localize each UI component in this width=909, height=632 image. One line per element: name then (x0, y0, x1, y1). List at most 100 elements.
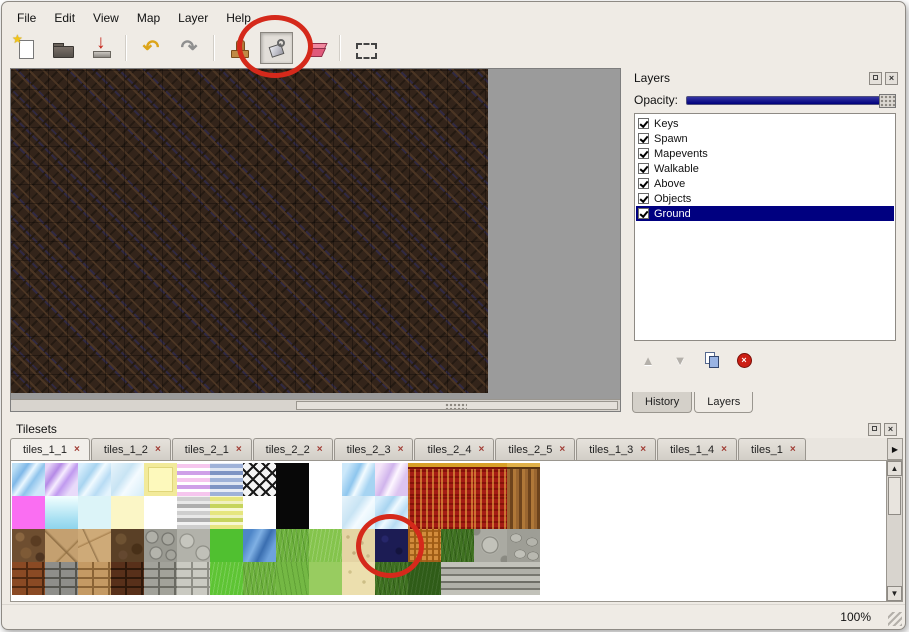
resize-grip[interactable] (888, 612, 902, 626)
move-layer-up-button[interactable]: ▲ (638, 350, 658, 370)
tile-water-blue[interactable] (12, 463, 45, 496)
tile-rock-brown[interactable] (12, 529, 45, 562)
layer-visibility-checkbox[interactable] (638, 133, 649, 144)
tile-white[interactable] (243, 496, 276, 529)
close-tab-icon[interactable]: × (790, 445, 796, 455)
stamp-tool-button[interactable] (222, 32, 255, 64)
tile-water-pale[interactable] (111, 463, 144, 496)
close-tab-icon[interactable]: × (640, 445, 646, 455)
close-panel-icon[interactable]: × (885, 72, 898, 85)
close-tab-icon[interactable]: × (721, 445, 727, 455)
layer-row[interactable]: Spawn (636, 131, 894, 146)
layer-row[interactable]: Keys (636, 116, 894, 131)
panel-tab[interactable]: History (632, 392, 692, 413)
tile-water-purple[interactable] (45, 463, 78, 496)
tile-grass-dark[interactable] (375, 562, 408, 595)
panel-tab[interactable]: Layers (694, 392, 753, 413)
close-tab-icon[interactable]: × (155, 445, 161, 455)
tile-black[interactable] (276, 463, 309, 496)
tileset-tab[interactable]: tiles_2_4 × (414, 438, 494, 460)
rect-select-tool-button[interactable] (348, 32, 381, 64)
tileset-tab[interactable]: tiles_2_2 × (253, 438, 333, 460)
save-button[interactable] (84, 32, 117, 64)
tile-water-pink[interactable] (375, 463, 408, 496)
tile-rock-dark[interactable] (111, 529, 144, 562)
tile-navy[interactable] (375, 529, 408, 562)
layer-visibility-checkbox[interactable] (638, 148, 649, 159)
tileset-tab[interactable]: tiles_1_1 × (10, 438, 90, 460)
close-panel-icon[interactable]: × (884, 423, 897, 436)
menu-item[interactable]: Edit (45, 8, 84, 28)
layer-row[interactable]: Objects (636, 191, 894, 206)
tile-white[interactable] (309, 463, 342, 496)
menu-item[interactable]: Map (128, 8, 169, 28)
tile-yellow-border[interactable] (144, 463, 177, 496)
tile-pale-cyan[interactable] (78, 496, 111, 529)
tile-brick-dark[interactable] (111, 562, 144, 595)
menu-item[interactable]: File (8, 8, 45, 28)
layer-visibility-checkbox[interactable] (638, 193, 649, 204)
move-layer-down-button[interactable]: ▼ (670, 350, 690, 370)
tile-sand-pale[interactable] (342, 562, 375, 595)
tile-grass-dark[interactable] (441, 529, 474, 562)
float-panel-icon[interactable] (868, 423, 881, 436)
tile-grass-pale[interactable] (309, 562, 342, 595)
layer-visibility-checkbox[interactable] (638, 178, 649, 189)
menu-item[interactable]: Layer (169, 8, 217, 28)
menu-item[interactable]: Help (217, 8, 260, 28)
tile-brick-brown[interactable] (12, 562, 45, 595)
redo-button[interactable]: ↷ (172, 32, 205, 64)
tileset-tab[interactable]: tiles_1_4 × (657, 438, 737, 460)
tile-white[interactable] (309, 496, 342, 529)
close-tab-icon[interactable]: × (74, 445, 80, 455)
fill-tool-button[interactable] (260, 32, 293, 64)
tile-stripes-blue[interactable] (210, 463, 243, 496)
tile-hbrick[interactable] (474, 562, 507, 595)
layer-visibility-checkbox[interactable] (638, 208, 649, 219)
tile-brick-light[interactable] (177, 562, 210, 595)
tile-carpet-top[interactable] (441, 463, 474, 496)
tile-cobble[interactable] (144, 529, 177, 562)
tile-brick-gray2[interactable] (144, 562, 177, 595)
opacity-slider[interactable] (686, 96, 896, 105)
scroll-up-button[interactable]: ▲ (887, 461, 902, 476)
new-file-button[interactable] (8, 32, 41, 64)
tileset-tab[interactable]: tiles_1 × (738, 438, 806, 460)
tile-stone-tan2[interactable] (78, 529, 111, 562)
tile-pillar-top[interactable] (507, 463, 540, 496)
tile-hbrick[interactable] (441, 562, 474, 595)
tile-water-light[interactable] (78, 463, 111, 496)
tile-stripes-yg[interactable] (210, 496, 243, 529)
tile-carpet[interactable] (408, 496, 441, 529)
layer-visibility-checkbox[interactable] (638, 163, 649, 174)
tile-carpet-top[interactable] (408, 463, 441, 496)
map-viewport[interactable] (10, 68, 621, 412)
tile-stone-tan[interactable] (45, 529, 78, 562)
tileset-tab[interactable]: tiles_2_1 × (172, 438, 252, 460)
tile-grass-light[interactable] (309, 529, 342, 562)
menu-item[interactable]: View (84, 8, 128, 28)
tile-cobble-light[interactable] (177, 529, 210, 562)
tile-stripes-gray[interactable] (177, 496, 210, 529)
layer-visibility-checkbox[interactable] (638, 118, 649, 129)
map-horizontal-scrollbar[interactable] (11, 399, 620, 411)
scroll-down-button[interactable]: ▼ (887, 586, 902, 601)
layer-row[interactable]: Ground (636, 206, 894, 221)
tile-water-pale[interactable] (342, 496, 375, 529)
layer-row[interactable]: Mapevents (636, 146, 894, 161)
scrollbar-thumb[interactable] (888, 477, 901, 515)
tile-water-dark[interactable] (243, 529, 276, 562)
tile-pink[interactable] (12, 496, 45, 529)
tile-stone-circle[interactable] (474, 529, 507, 562)
layer-row[interactable]: Walkable (636, 161, 894, 176)
tileset-tab[interactable]: tiles_1_2 × (91, 438, 171, 460)
open-button[interactable] (46, 32, 79, 64)
close-tab-icon[interactable]: × (398, 445, 404, 455)
tileset-tab[interactable]: tiles_1_3 × (576, 438, 656, 460)
tile-sand[interactable] (342, 529, 375, 562)
tile-pale-yellow[interactable] (111, 496, 144, 529)
undo-button[interactable]: ↶ (134, 32, 167, 64)
eraser-tool-button[interactable] (298, 32, 331, 64)
tile-carpet[interactable] (474, 496, 507, 529)
tileset-tab[interactable]: tiles_2_5 × (495, 438, 575, 460)
